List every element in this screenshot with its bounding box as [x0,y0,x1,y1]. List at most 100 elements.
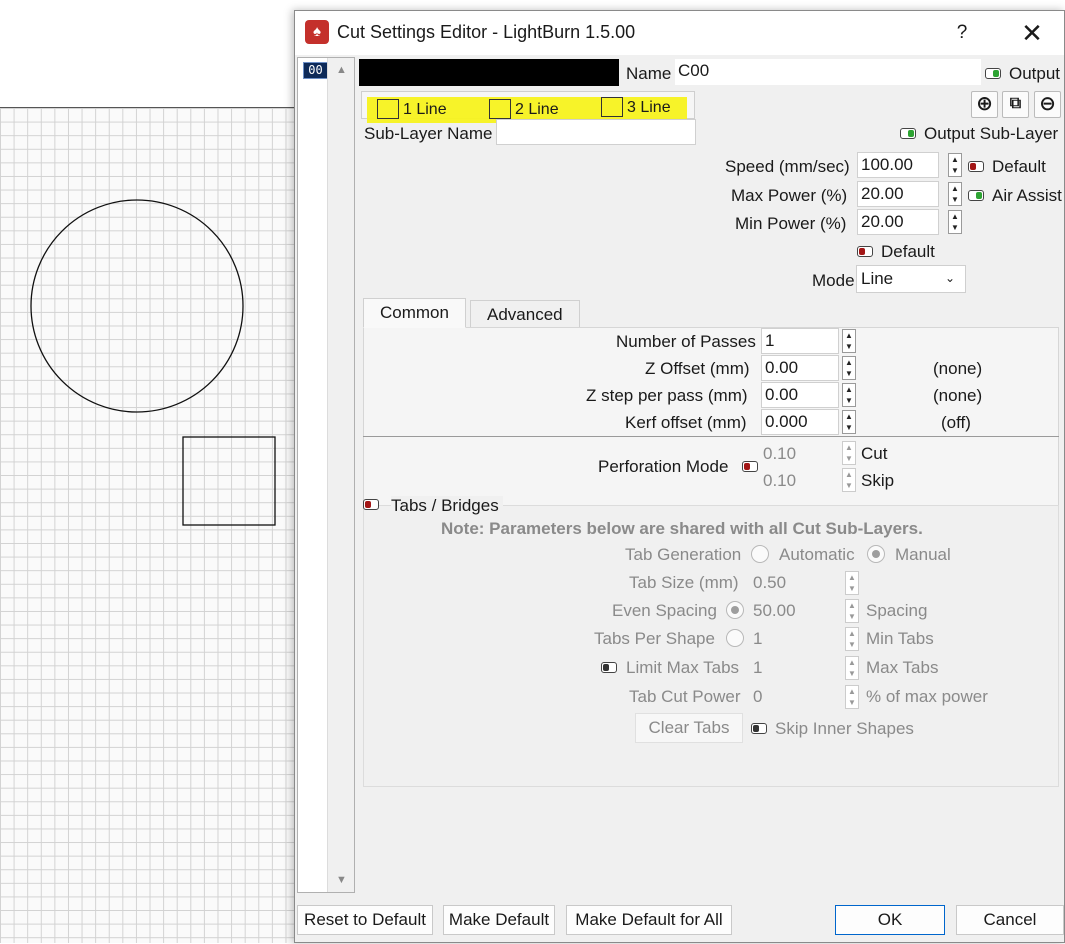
perforation-label: Perforation Mode [598,457,729,476]
window-title: Cut Settings Editor - LightBurn 1.5.00 [337,22,636,42]
zoffset-input[interactable]: 0.00 [761,355,839,381]
tab-size-stepper[interactable]: ▲ ▼ [845,571,859,595]
mode-label: Mode [812,271,855,290]
tabs-per-shape-stepper[interactable]: ▲ ▼ [845,627,859,651]
limit-max-toggle[interactable] [601,662,617,673]
output-sublayer-toggle[interactable] [900,128,916,139]
sublayer-tab-label: 3 Line [627,99,671,116]
default-toggle-2[interactable] [857,246,873,257]
mode-dropdown[interactable]: Line ⌄ [856,265,966,293]
zstep-stepper[interactable]: ▲ ▼ [842,383,856,407]
zstep-label: Z step per pass (mm) [586,386,748,405]
skip-label: Skip [861,471,895,490]
workspace-canvas[interactable] [0,107,300,943]
min-power-label: Min Power (%) [735,214,847,233]
redacted-bar [359,59,619,86]
shared-note: Note: Parameters below are shared with a… [441,519,923,538]
limit-max-label: Limit Max Tabs [626,658,740,677]
add-sublayer-icon[interactable]: ⊕ [971,91,998,118]
min-power-input[interactable]: 20.00 [857,209,939,235]
mode-value: Line [861,269,894,288]
automatic-radio[interactable] [751,545,769,563]
output-toggle[interactable] [985,68,1001,79]
tab-cut-power-stepper[interactable]: ▲ ▼ [845,685,859,709]
tabs-bridges-title: Tabs / Bridges [391,496,503,516]
kerf-input[interactable]: 0.000 [761,409,839,435]
speed-stepper[interactable]: ▲ ▼ [948,153,962,177]
max-tabs-label: Max Tabs [866,658,939,677]
skip-stepper[interactable]: ▲ ▼ [842,468,856,492]
copy-sublayer-icon[interactable]: ⧉ [1002,91,1029,118]
automatic-label: Automatic [779,545,855,564]
manual-label: Manual [895,545,951,564]
sublayer-tab-3[interactable]: 3 Line [601,97,671,117]
cancel-button[interactable]: Cancel [956,905,1064,935]
tabs-per-shape-value[interactable]: 1 [753,629,762,649]
tab-common[interactable]: Common [363,298,466,328]
make-default-button[interactable]: Make Default [443,905,555,935]
zstep-note: (none) [933,386,983,405]
skip-inner-label: Skip Inner Shapes [775,719,914,738]
output-label: Output [1009,64,1061,83]
reset-to-default-button[interactable]: Reset to Default [297,905,433,935]
limit-max-stepper[interactable]: ▲ ▼ [845,656,859,680]
max-power-stepper[interactable]: ▲ ▼ [948,182,962,206]
tab-size-value[interactable]: 0.50 [753,573,786,593]
cut-settings-dialog: ♠ Cut Settings Editor - LightBurn 1.5.00… [294,10,1065,943]
name-input[interactable]: C00 [675,59,981,85]
air-assist-toggle[interactable] [968,190,984,201]
help-button[interactable]: ? [945,19,979,47]
passes-label: Number of Passes [616,332,756,351]
layer-list-scrollbar[interactable]: ▲ ▼ [327,58,354,892]
manual-radio[interactable] [867,545,885,563]
checkbox[interactable] [601,97,623,117]
speed-label: Speed (mm/sec) [725,157,850,176]
close-icon[interactable]: ✕ [1007,17,1057,49]
kerf-note: (off) [941,413,971,432]
zstep-input[interactable]: 0.00 [761,382,839,408]
output-sublayer-label: Output Sub-Layer [924,124,1059,143]
max-power-input[interactable]: 20.00 [857,181,939,207]
sublayer-tab-1[interactable]: 1 Line [377,99,447,119]
kerf-label: Kerf offset (mm) [625,413,747,432]
limit-max-value[interactable]: 1 [753,658,762,678]
even-spacing-radio[interactable] [726,601,744,619]
even-spacing-value[interactable]: 50.00 [753,601,796,621]
layer-list[interactable]: 00 ▲ ▼ [297,57,355,893]
perforation-toggle[interactable] [742,461,758,472]
checkbox[interactable] [489,99,511,119]
scroll-down-icon[interactable]: ▼ [328,874,355,886]
sublayer-tab-label: 1 Line [403,101,447,118]
ok-button[interactable]: OK [835,905,945,935]
cut-stepper[interactable]: ▲ ▼ [842,441,856,465]
min-power-stepper[interactable]: ▲ ▼ [948,210,962,234]
passes-stepper[interactable]: ▲ ▼ [842,329,856,353]
sublayer-name-input[interactable] [496,119,696,145]
divider [363,436,1059,437]
passes-input[interactable]: 1 [761,328,839,354]
tab-advanced[interactable]: Advanced [470,300,580,328]
skip-value[interactable]: 0.10 [763,471,796,491]
tabs-per-shape-label: Tabs Per Shape [594,629,715,648]
even-spacing-stepper[interactable]: ▲ ▼ [845,599,859,623]
kerf-stepper[interactable]: ▲ ▼ [842,410,856,434]
zoffset-stepper[interactable]: ▲ ▼ [842,356,856,380]
cut-value[interactable]: 0.10 [763,444,796,464]
remove-sublayer-icon[interactable]: ⊖ [1034,91,1061,118]
chevron-down-icon: ⌄ [944,271,955,285]
canvas-shapes [30,199,276,526]
layer-chip-00[interactable]: 00 [303,62,328,79]
tabs-bridges-toggle[interactable] [363,499,379,510]
default-toggle[interactable] [968,161,984,172]
checkbox[interactable] [377,99,399,119]
make-default-for-all-button[interactable]: Make Default for All [566,905,732,935]
skip-inner-toggle[interactable] [751,723,767,734]
tab-cut-power-value[interactable]: 0 [753,687,762,707]
max-power-label: Max Power (%) [731,186,848,205]
scroll-up-icon[interactable]: ▲ [328,64,355,76]
clear-tabs-button[interactable]: Clear Tabs [635,713,743,743]
sublayer-tab-2[interactable]: 2 Line [489,99,559,119]
speed-input[interactable]: 100.00 [857,152,939,178]
tabs-per-shape-radio[interactable] [726,629,744,647]
tab-generation-label: Tab Generation [625,545,742,564]
